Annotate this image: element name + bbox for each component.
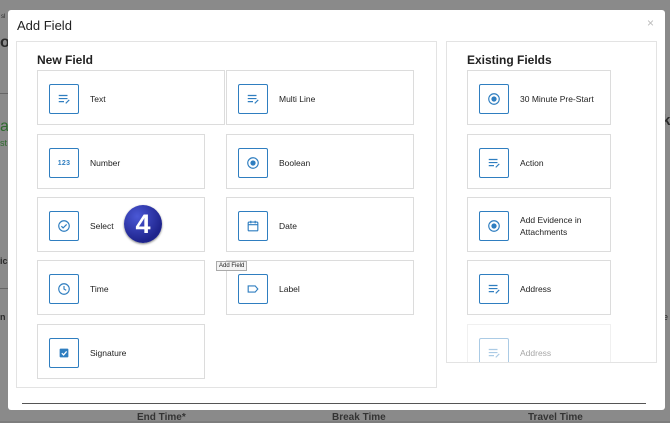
add-field-modal: Add Field × New Field Text Multi Line 12…	[8, 10, 665, 410]
bg-fragment: n	[0, 312, 6, 322]
existing-field-item[interactable]: Address	[467, 324, 611, 362]
field-type-label: Number	[90, 157, 121, 168]
text-lines-icon	[49, 84, 79, 114]
calendar-icon	[238, 211, 268, 241]
bg-column-end-time: End Time*	[137, 412, 186, 423]
field-type-label-text: Label	[279, 283, 300, 294]
bg-fragment: ic	[0, 256, 8, 266]
text-lines-icon	[479, 338, 509, 362]
field-type-label: Select	[90, 220, 114, 231]
field-type-time[interactable]: Time	[37, 260, 205, 315]
existing-field-item[interactable]: Action	[467, 134, 611, 189]
bg-fragment: st	[0, 138, 8, 148]
bg-column-break-time: Break Time	[332, 412, 386, 423]
check-circle-icon	[49, 211, 79, 241]
new-field-title: New Field	[37, 53, 94, 67]
existing-field-item[interactable]: Add Evidence in Attachments	[467, 197, 611, 252]
existing-field-label: Address	[520, 347, 552, 358]
field-type-label: Date	[279, 220, 297, 231]
existing-field-item[interactable]: 30 Minute Pre-Start	[467, 70, 611, 125]
signature-icon	[49, 338, 79, 368]
radio-icon	[238, 148, 268, 178]
existing-field-item[interactable]: Address	[467, 260, 611, 315]
clock-icon	[49, 274, 79, 304]
new-field-panel: New Field Text Multi Line 123 Number Boo…	[16, 41, 437, 388]
existing-field-label: Action	[520, 157, 544, 168]
modal-title: Add Field	[17, 18, 72, 33]
field-type-label: Time	[90, 283, 109, 294]
field-type-select[interactable]: Select	[37, 197, 205, 252]
modal-footer-divider	[22, 403, 646, 404]
bg-column-travel-time: Travel Time	[528, 412, 583, 423]
number-icon: 123	[49, 148, 79, 178]
tag-icon	[238, 274, 268, 304]
field-type-label[interactable]: Label	[226, 260, 414, 315]
existing-field-label: 30 Minute Pre-Start	[520, 93, 594, 104]
existing-field-label: Add Evidence in Attachments	[520, 214, 582, 237]
field-type-number[interactable]: 123 Number	[37, 134, 205, 189]
field-type-text[interactable]: Text	[37, 70, 225, 125]
multi-line-icon	[238, 84, 268, 114]
step-number-badge: 4	[124, 205, 162, 243]
close-button[interactable]: ×	[647, 16, 654, 30]
field-type-signature[interactable]: Signature	[37, 324, 205, 379]
number-icon-text: 123	[57, 159, 71, 167]
existing-field-label: Address	[520, 283, 552, 294]
field-type-label: Text	[90, 93, 106, 104]
radio-icon	[479, 84, 509, 114]
existing-fields-panel[interactable]: Existing Fields 30 Minute Pre-Start Acti…	[446, 41, 657, 363]
add-field-tooltip: Add Field	[216, 261, 248, 271]
field-type-date[interactable]: Date	[226, 197, 414, 252]
field-type-label: Boolean	[279, 157, 311, 168]
field-type-label: Signature	[90, 347, 127, 358]
radio-icon	[479, 211, 509, 241]
field-type-label: Multi Line	[279, 93, 316, 104]
field-type-multi-line[interactable]: Multi Line	[226, 70, 414, 125]
existing-fields-title: Existing Fields	[467, 53, 552, 67]
text-lines-icon	[479, 274, 509, 304]
text-lines-icon	[479, 148, 509, 178]
field-type-boolean[interactable]: Boolean	[226, 134, 414, 189]
bg-fragment: sl	[1, 14, 6, 20]
